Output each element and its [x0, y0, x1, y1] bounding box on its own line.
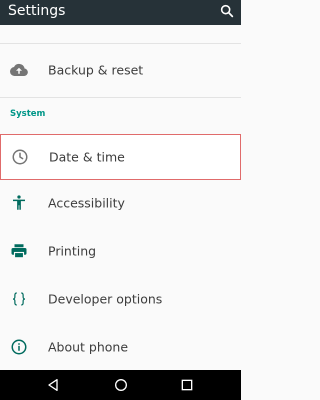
settings-item-label: Accessibility — [48, 195, 125, 211]
settings-item-about-phone[interactable]: About phone — [0, 324, 241, 370]
settings-item-backup-reset[interactable]: Backup & reset — [0, 47, 241, 93]
code-braces-icon — [12, 292, 26, 306]
settings-item-accessibility[interactable]: Accessibility — [0, 180, 241, 226]
settings-item-printing[interactable]: Printing — [0, 228, 241, 274]
clock-icon — [12, 149, 28, 165]
settings-item-label: Printing — [48, 243, 97, 259]
search-icon[interactable] — [219, 3, 235, 19]
settings-item-label: Date & time — [49, 149, 125, 165]
section-header-system: System — [10, 109, 46, 119]
navigation-bar — [0, 370, 241, 400]
home-icon[interactable] — [113, 377, 129, 393]
info-icon — [11, 339, 27, 355]
recents-icon[interactable] — [179, 377, 195, 393]
settings-item-label: Developer options — [48, 291, 163, 307]
settings-item-date-time[interactable]: Date & time — [0, 134, 241, 180]
back-icon[interactable] — [45, 377, 61, 393]
divider — [0, 97, 241, 98]
divider — [0, 43, 241, 44]
cloud-upload-icon — [10, 63, 28, 76]
app-title: Settings — [8, 3, 66, 19]
app-bar: Settings — [0, 0, 241, 25]
settings-list: Backup & reset System Date & time Access… — [0, 25, 241, 370]
settings-item-developer-options[interactable]: Developer options — [0, 276, 241, 322]
printer-icon — [11, 244, 27, 259]
settings-item-label: Backup & reset — [48, 62, 144, 78]
settings-item-label: About phone — [48, 339, 129, 355]
accessibility-icon — [13, 195, 25, 210]
